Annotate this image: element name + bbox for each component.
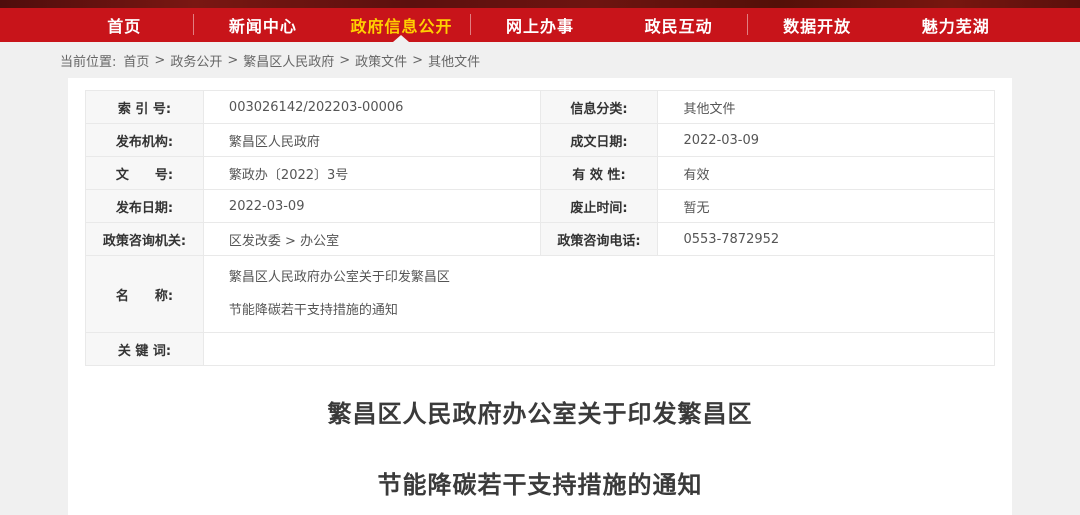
field-label-publish-date: 发布日期: <box>86 190 204 223</box>
breadcrumb: 当前位置: 首页 > 政务公开 > 繁昌区人民政府 > 政策文件 > 其他文件 <box>0 42 1080 78</box>
nav-item-charming-wuhu[interactable]: 魅力芜湖 <box>886 8 1025 42</box>
field-label-consult-agency: 政策咨询机关: <box>86 223 204 256</box>
breadcrumb-current-other-documents: 其他文件 <box>428 51 480 70</box>
field-label-doc-number: 文 号: <box>86 157 204 190</box>
nav-item-open-data[interactable]: 数据开放 <box>748 8 887 42</box>
breadcrumb-link-fanchang-gov[interactable]: 繁昌区人民政府 <box>243 51 334 70</box>
content-panel: 索 引 号: 003026142/202203-00006 信息分类: 其他文件… <box>68 78 1012 515</box>
field-value-repeal-date: 暂无 <box>658 190 995 223</box>
header-banner-strip <box>0 0 1080 8</box>
field-label-index-number: 索 引 号: <box>86 91 204 124</box>
article-title-line2: 节能降碳若干支持措施的通知 <box>68 429 1012 500</box>
nav-item-public-interaction[interactable]: 政民互动 <box>609 8 748 42</box>
breadcrumb-separator: > <box>227 53 238 68</box>
field-label-keywords: 关 键 词: <box>86 333 204 366</box>
breadcrumb-link-policy-documents[interactable]: 政策文件 <box>355 51 407 70</box>
field-label-info-category: 信息分类: <box>540 91 658 124</box>
breadcrumb-separator: > <box>412 53 423 68</box>
field-value-doc-number: 繁政办〔2022〕3号 <box>203 157 540 190</box>
nav-item-online-services[interactable]: 网上办事 <box>471 8 610 42</box>
field-value-index-number: 003026142/202203-00006 <box>203 91 540 124</box>
breadcrumb-prefix: 当前位置: <box>60 51 116 70</box>
field-value-keywords <box>203 333 994 366</box>
field-value-publisher: 繁昌区人民政府 <box>203 124 540 157</box>
article-title: 繁昌区人民政府办公室关于印发繁昌区 节能降碳若干支持措施的通知 <box>68 354 1012 500</box>
document-name-line2: 节能降碳若干支持措施的通知 <box>229 301 969 320</box>
document-name-line1: 繁昌区人民政府办公室关于印发繁昌区 <box>229 268 969 287</box>
table-row: 名 称: 繁昌区人民政府办公室关于印发繁昌区 节能降碳若干支持措施的通知 <box>86 256 995 333</box>
field-value-document-name: 繁昌区人民政府办公室关于印发繁昌区 节能降碳若干支持措施的通知 <box>203 256 994 333</box>
table-row: 关 键 词: <box>86 333 995 366</box>
table-row: 文 号: 繁政办〔2022〕3号 有 效 性: 有效 <box>86 157 995 190</box>
document-info-table: 索 引 号: 003026142/202203-00006 信息分类: 其他文件… <box>85 90 995 366</box>
nav-item-label: 政府信息公开 <box>350 13 452 37</box>
field-value-consult-agency: 区发改委 > 办公室 <box>203 223 540 256</box>
table-row: 发布机构: 繁昌区人民政府 成文日期: 2022-03-09 <box>86 124 995 157</box>
field-label-repeal-date: 废止时间: <box>540 190 658 223</box>
breadcrumb-separator: > <box>339 53 350 68</box>
active-tab-caret <box>393 35 409 42</box>
table-row: 政策咨询机关: 区发改委 > 办公室 政策咨询电话: 0553-7872952 <box>86 223 995 256</box>
breadcrumb-link-gov-disclosure[interactable]: 政务公开 <box>170 51 222 70</box>
field-label-publisher: 发布机构: <box>86 124 204 157</box>
field-label-validity: 有 效 性: <box>540 157 658 190</box>
breadcrumb-link-home[interactable]: 首页 <box>123 51 149 70</box>
breadcrumb-separator: > <box>154 53 165 68</box>
main-nav: 首页 新闻中心 政府信息公开 网上办事 政民互动 数据开放 魅力芜湖 <box>0 8 1080 42</box>
field-value-publish-date: 2022-03-09 <box>203 190 540 223</box>
field-value-validity: 有效 <box>658 157 995 190</box>
field-label-document-name: 名 称: <box>86 256 204 333</box>
table-row: 索 引 号: 003026142/202203-00006 信息分类: 其他文件 <box>86 91 995 124</box>
nav-item-news-center[interactable]: 新闻中心 <box>194 8 333 42</box>
nav-item-home[interactable]: 首页 <box>55 8 194 42</box>
field-label-consult-phone: 政策咨询电话: <box>540 223 658 256</box>
field-value-consult-phone: 0553-7872952 <box>658 223 995 256</box>
nav-item-gov-info-disclosure[interactable]: 政府信息公开 <box>332 8 471 42</box>
field-value-written-date: 2022-03-09 <box>658 124 995 157</box>
field-value-info-category: 其他文件 <box>658 91 995 124</box>
table-row: 发布日期: 2022-03-09 废止时间: 暂无 <box>86 190 995 223</box>
field-label-written-date: 成文日期: <box>540 124 658 157</box>
